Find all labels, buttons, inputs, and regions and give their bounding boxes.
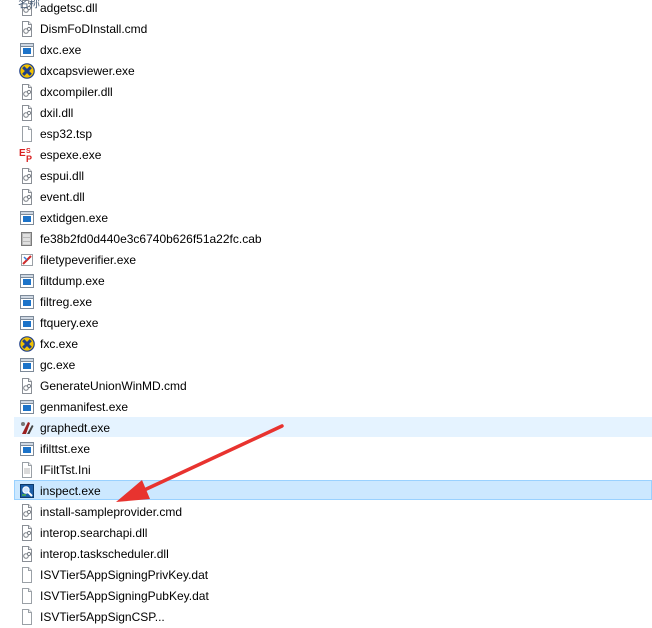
dll-file-icon <box>19 546 35 562</box>
esp-app-icon: ESP <box>19 147 35 164</box>
file-name: ISVTier5AppSignCSP... <box>40 610 165 624</box>
blank-file-icon <box>19 126 35 142</box>
file-row[interactable]: dxcompiler.dll <box>14 81 652 101</box>
file-row[interactable]: dxil.dll <box>14 102 652 122</box>
file-row[interactable]: filtreg.exe <box>14 291 652 311</box>
exe-app-icon <box>19 210 35 226</box>
exe-app-icon <box>19 273 35 289</box>
graphedit-icon <box>19 420 35 436</box>
file-name: extidgen.exe <box>40 211 109 225</box>
file-row[interactable]: dxc.exe <box>14 39 652 59</box>
exe-app-icon <box>19 294 35 310</box>
file-name: interop.taskscheduler.dll <box>40 547 169 561</box>
file-name: filtreg.exe <box>40 295 93 309</box>
directx-icon <box>19 63 35 79</box>
exe-app-icon <box>19 357 35 373</box>
dll-file-icon <box>19 105 35 121</box>
file-row[interactable]: genmanifest.exe <box>14 396 652 416</box>
file-row[interactable]: interop.searchapi.dll <box>14 522 652 542</box>
exe-app-icon <box>19 315 35 331</box>
dll-file-icon <box>19 84 35 100</box>
svg-text:P: P <box>26 154 32 163</box>
file-row[interactable]: extidgen.exe <box>14 207 652 227</box>
file-name: ISVTier5AppSigningPubKey.dat <box>40 589 209 603</box>
file-row[interactable]: ISVTier5AppSignCSP... <box>14 606 652 626</box>
exe-app-icon <box>19 42 35 58</box>
file-name: filetypeverifier.exe <box>40 253 137 267</box>
file-name: ISVTier5AppSigningPrivKey.dat <box>40 568 209 582</box>
file-name: IFiltTst.Ini <box>40 463 91 477</box>
file-row[interactable]: filtdump.exe <box>14 270 652 290</box>
file-row[interactable]: ISVTier5AppSigningPrivKey.dat <box>14 564 652 584</box>
file-row[interactable]: espui.dll <box>14 165 652 185</box>
column-header-name[interactable]: 名称 <box>18 0 40 10</box>
file-row[interactable]: ifilttst.exe <box>14 438 652 458</box>
file-row[interactable]: ftquery.exe <box>14 312 652 332</box>
file-name: filtdump.exe <box>40 274 105 288</box>
file-name: dxil.dll <box>40 106 74 120</box>
file-name: DismFoDInstall.cmd <box>40 22 148 36</box>
ini-file-icon <box>19 462 35 478</box>
inspect-app-icon <box>19 483 35 499</box>
file-row[interactable]: dxcapsviewer.exe <box>14 60 652 80</box>
dll-file-icon <box>19 525 35 541</box>
exe-app-icon <box>19 399 35 415</box>
file-row[interactable]: gc.exe <box>14 354 652 374</box>
svg-text:E: E <box>19 148 26 159</box>
file-name: graphedt.exe <box>40 421 111 435</box>
file-row[interactable]: IFiltTst.Ini <box>14 459 652 479</box>
blank-file-icon <box>19 609 35 625</box>
file-name: event.dll <box>40 190 85 204</box>
file-name: ftquery.exe <box>40 316 99 330</box>
file-name: ifilttst.exe <box>40 442 91 456</box>
cmd-file-icon <box>19 21 35 37</box>
file-row[interactable]: install-sampleprovider.cmd <box>14 501 652 521</box>
column-header[interactable]: 名称 <box>0 0 652 10</box>
dll-file-icon <box>19 168 35 184</box>
file-row[interactable]: GenerateUnionWinMD.cmd <box>14 375 652 395</box>
file-row[interactable]: inspect.exe <box>14 480 652 500</box>
file-name: dxcapsviewer.exe <box>40 64 135 78</box>
file-row[interactable]: DismFoDInstall.cmd <box>14 18 652 38</box>
file-name: esp32.tsp <box>40 127 93 141</box>
file-row[interactable]: esp32.tsp <box>14 123 652 143</box>
cab-archive-icon <box>19 231 35 247</box>
file-name: GenerateUnionWinMD.cmd <box>40 379 187 393</box>
file-row[interactable]: E S P espexe.exe <box>14 144 652 164</box>
file-name: fxc.exe <box>40 337 79 351</box>
file-name: espexe.exe <box>40 148 102 162</box>
file-row[interactable]: event.dll <box>14 186 652 206</box>
file-name: inspect.exe <box>40 484 101 498</box>
file-name: espui.dll <box>40 169 85 183</box>
verifier-app-icon <box>19 252 35 268</box>
file-row[interactable]: graphedt.exe <box>14 417 652 437</box>
file-name: genmanifest.exe <box>40 400 129 414</box>
directx-icon <box>19 336 35 352</box>
file-list: adgetsc.dll DismFoDInstall.cmd dxc.exe dxca… <box>0 0 652 625</box>
file-row[interactable]: fxc.exe <box>14 333 652 353</box>
file-row[interactable]: interop.taskscheduler.dll <box>14 543 652 563</box>
cmd-file-icon <box>19 378 35 394</box>
file-name: gc.exe <box>40 358 76 372</box>
file-row[interactable]: fe38b2fd0d440e3c6740b626f51a22fc.cab <box>14 228 652 248</box>
file-row[interactable]: ISVTier5AppSigningPubKey.dat <box>14 585 652 605</box>
file-name: fe38b2fd0d440e3c6740b626f51a22fc.cab <box>40 232 262 246</box>
blank-file-icon <box>19 567 35 583</box>
dll-file-icon <box>19 189 35 205</box>
exe-app-icon <box>19 441 35 457</box>
file-name: dxcompiler.dll <box>40 85 113 99</box>
file-name: dxc.exe <box>40 43 82 57</box>
file-name: install-sampleprovider.cmd <box>40 505 183 519</box>
blank-file-icon <box>19 588 35 604</box>
file-row[interactable]: filetypeverifier.exe <box>14 249 652 269</box>
cmd-file-icon <box>19 504 35 520</box>
file-name: interop.searchapi.dll <box>40 526 148 540</box>
